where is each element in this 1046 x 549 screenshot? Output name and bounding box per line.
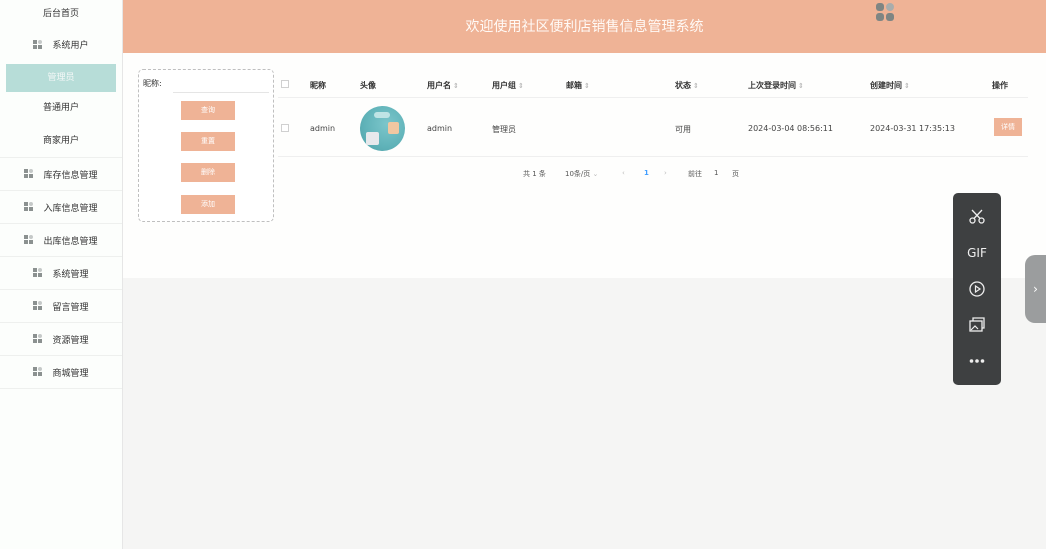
- avatar: [360, 106, 405, 151]
- gif-icon[interactable]: GIF: [953, 241, 1001, 265]
- grid-icon: [24, 202, 34, 212]
- column-last-login[interactable]: 上次登录时间 ⇕: [748, 80, 804, 91]
- page-suffix: 页: [732, 170, 739, 178]
- sidebar-item-label: 入库信息管理: [43, 203, 98, 214]
- sidebar-subitem-normal-user[interactable]: 普通用户: [0, 92, 122, 125]
- sidebar-item-label: 资源管理: [52, 335, 89, 346]
- sidebar-item-mall[interactable]: 商城管理: [0, 356, 122, 389]
- query-button[interactable]: 查询: [181, 101, 235, 120]
- sidebar-item-label: 商城管理: [52, 368, 89, 379]
- nickname-input[interactable]: [173, 75, 269, 93]
- column-username[interactable]: 用户名 ⇕: [427, 80, 459, 91]
- nickname-label: 昵称:: [143, 79, 162, 88]
- cell-username: admin: [427, 124, 453, 133]
- sidebar-item-system-management[interactable]: 系统管理: [0, 257, 122, 290]
- record-icon[interactable]: [953, 277, 1001, 301]
- column-email[interactable]: 邮箱 ⇕: [566, 80, 590, 91]
- sidebar-item-label: 系统用户: [52, 41, 89, 51]
- sidebar-subitem-merchant-user[interactable]: 商家用户: [0, 125, 122, 158]
- grid-icon: [24, 169, 34, 179]
- sidebar-item-stock-out[interactable]: 出库信息管理: [0, 224, 122, 257]
- grid-icon: [24, 235, 34, 245]
- delete-button[interactable]: 删除: [181, 163, 235, 182]
- column-actions: 操作: [992, 81, 1008, 90]
- more-icon[interactable]: [953, 349, 1001, 373]
- cell-nickname: admin: [310, 124, 336, 133]
- prev-page-icon[interactable]: ‹: [622, 169, 625, 177]
- goto-label: 前往: [688, 170, 702, 178]
- sidebar-item-system-users[interactable]: 系统用户: [0, 28, 122, 61]
- cell-last-login: 2024-03-04 08:56:11: [748, 124, 833, 133]
- sort-icon: ⇕: [798, 82, 804, 90]
- app-logo-icon: [876, 3, 896, 23]
- sort-icon: ⇕: [453, 82, 459, 90]
- goto-input[interactable]: 1: [714, 169, 718, 177]
- add-button[interactable]: 添加: [181, 195, 235, 214]
- sidebar: 后台首页 系统用户 管理员 普通用户 商家用户 库存信息管理 入库信息管理 出库…: [0, 0, 123, 549]
- cell-group: 管理员: [492, 125, 516, 134]
- column-created[interactable]: 创建时间 ⇕: [870, 80, 910, 91]
- screenshot-icon[interactable]: [953, 313, 1001, 337]
- pager-total: 共 1 条: [523, 170, 546, 178]
- sidebar-item-label: 留言管理: [52, 302, 89, 313]
- sidebar-subitem-admin[interactable]: 管理员: [6, 64, 116, 92]
- cell-created: 2024-03-31 17:35:13: [870, 124, 955, 133]
- expand-handle-icon[interactable]: ›: [1025, 255, 1046, 323]
- column-status[interactable]: 状态 ⇕: [675, 80, 699, 91]
- page-size-select[interactable]: 10条/页 ⌄: [565, 169, 598, 179]
- table-header: 昵称 头像 用户名 ⇕ 用户组 ⇕ 邮箱 ⇕ 状态 ⇕ 上次登录时间 ⇕ 创建时间 ⇕ 操作: [278, 70, 1028, 98]
- cell-status: 可用: [675, 125, 691, 134]
- pagination: 共 1 条 10条/页 ⌄ ‹ 1 › 前往 1 页: [278, 166, 1028, 182]
- scissors-icon[interactable]: [953, 205, 1001, 229]
- reset-button[interactable]: 重置: [181, 132, 235, 151]
- table-row: admin admin 管理员 可用 2024-03-04 08:56:11 2…: [278, 99, 1028, 157]
- column-avatar: 头像: [360, 81, 376, 90]
- grid-icon: [33, 334, 43, 344]
- search-panel: 昵称: 查询 重置 删除 添加: [138, 69, 274, 222]
- sort-icon: ⇕: [693, 82, 699, 90]
- chevron-down-icon: ⌄: [592, 170, 599, 178]
- page-title: 欢迎使用社区便利店销售信息管理系统: [465, 19, 704, 35]
- pager-current-page[interactable]: 1: [644, 169, 649, 177]
- detail-button[interactable]: 详情: [994, 118, 1022, 136]
- sidebar-item-messages[interactable]: 留言管理: [0, 290, 122, 323]
- grid-icon: [33, 268, 43, 278]
- sort-icon: ⇕: [904, 82, 910, 90]
- sidebar-item-label: 库存信息管理: [43, 170, 98, 181]
- grid-icon: [33, 39, 43, 50]
- sidebar-item-label: 出库信息管理: [43, 236, 98, 247]
- grid-icon: [33, 301, 43, 311]
- header: 欢迎使用社区便利店销售信息管理系统: [123, 0, 1046, 53]
- sidebar-home[interactable]: 后台首页: [0, 0, 122, 28]
- sidebar-item-inventory[interactable]: 库存信息管理: [0, 158, 122, 191]
- column-nickname: 昵称: [310, 81, 326, 90]
- select-all-checkbox[interactable]: [281, 80, 289, 88]
- column-group[interactable]: 用户组 ⇕: [492, 80, 524, 91]
- sidebar-item-resources[interactable]: 资源管理: [0, 323, 122, 356]
- sort-icon: ⇕: [584, 82, 590, 90]
- row-checkbox[interactable]: [281, 124, 289, 132]
- next-page-icon[interactable]: ›: [664, 169, 667, 177]
- sidebar-item-label: 系统管理: [52, 269, 89, 280]
- grid-icon: [33, 367, 43, 377]
- capture-toolbar: GIF: [953, 193, 1001, 385]
- sidebar-item-stock-in[interactable]: 入库信息管理: [0, 191, 122, 224]
- sort-icon: ⇕: [518, 82, 524, 90]
